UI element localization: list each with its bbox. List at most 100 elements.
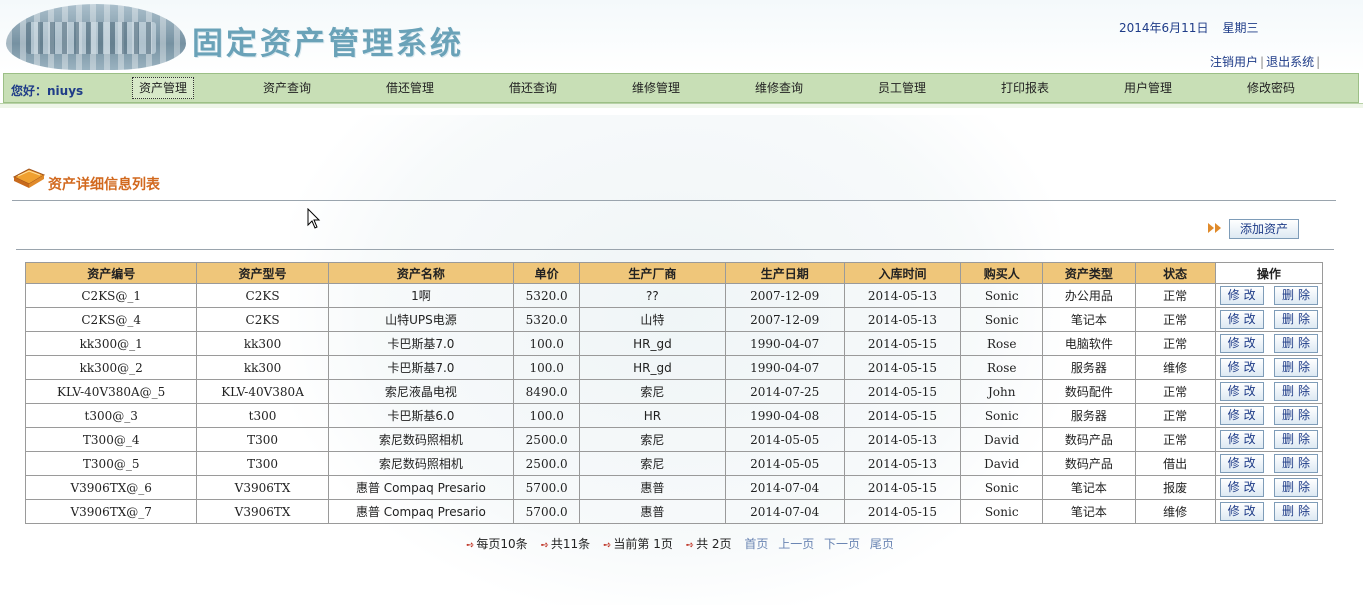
table-cell: 2014-05-15 [843, 355, 962, 380]
edit-button[interactable]: 修改 [1219, 310, 1264, 329]
table-cell: 1990-04-07 [724, 355, 845, 380]
nav-item-change-password[interactable]: 修改密码 [1241, 78, 1301, 98]
edit-button[interactable]: 修改 [1219, 406, 1264, 425]
prev-page-link[interactable]: 上一页 [778, 537, 814, 551]
edit-button[interactable]: 修改 [1219, 430, 1264, 449]
nav-item-asset-management[interactable]: 资产管理 [132, 77, 195, 99]
actions-cell: 修改 删除 [1214, 499, 1324, 524]
table-cell: ?? [579, 283, 726, 308]
nav-item-print-report[interactable]: 打印报表 [995, 78, 1055, 98]
delete-button[interactable]: 删除 [1274, 358, 1318, 377]
table-cell: 报废 [1134, 475, 1216, 500]
table-cell: 索尼 [579, 427, 726, 452]
edit-button[interactable]: 修改 [1219, 382, 1264, 401]
table-row: KLV-40V380A@_5 KLV-40V380A 索尼液晶电视 8490.0 索尼 2… [24, 379, 1324, 404]
table-cell: 数码配件 [1042, 379, 1136, 404]
column-header: 资产型号 [196, 262, 329, 284]
logout-user-link[interactable]: 注销用户 [1210, 55, 1258, 69]
edit-button[interactable]: 修改 [1219, 286, 1264, 305]
total-pages-text: 共 2页 [696, 537, 732, 551]
book-icon [12, 168, 46, 188]
actions-cell: 修改 删除 [1214, 331, 1324, 356]
mouse-pointer-icon [307, 208, 321, 229]
nav-item-employee-management[interactable]: 员工管理 [872, 78, 932, 98]
nav-item-repair-management[interactable]: 维修管理 [626, 78, 686, 98]
edit-button[interactable]: 修改 [1219, 478, 1264, 497]
column-header: 操作 [1214, 262, 1324, 284]
table-cell: 1啊 [327, 283, 515, 308]
delete-button[interactable]: 删除 [1274, 334, 1318, 353]
table-cell: Rose [960, 355, 1044, 380]
table-cell: V3906TX [196, 475, 329, 500]
table-cell: C2KS [196, 283, 329, 308]
table-cell: 2014-05-05 [724, 451, 845, 476]
table-cell: 笔记本 [1042, 475, 1136, 500]
column-header: 生产厂商 [579, 262, 726, 284]
app-header: 固定资产管理系统 2014年6月11日 星期三 注销用户 | 退出系统 | [0, 0, 1363, 72]
actions-cell: 修改 删除 [1214, 307, 1324, 332]
column-header: 单价 [513, 262, 581, 284]
table-cell: 2014-07-04 [724, 499, 845, 524]
table-cell: 服务器 [1042, 403, 1136, 428]
actions-cell: 修改 删除 [1214, 283, 1324, 308]
table-cell: David [960, 451, 1044, 476]
table-cell: T300@_4 [24, 427, 198, 452]
table-cell: 数码产品 [1042, 451, 1136, 476]
delete-button[interactable]: 删除 [1274, 382, 1318, 401]
actions-cell: 修改 删除 [1214, 403, 1324, 428]
table-cell: HR [579, 403, 726, 428]
per-page-text: 每页10条 [476, 537, 528, 551]
column-header: 生产日期 [724, 262, 845, 284]
last-page-link[interactable]: 尾页 [870, 537, 894, 551]
divider [12, 200, 1336, 201]
add-asset-button[interactable]: 添加资产 [1229, 219, 1299, 239]
table-cell: David [960, 427, 1044, 452]
nav-item-borrow-query[interactable]: 借还查询 [503, 78, 563, 98]
actions-cell: 修改 删除 [1214, 451, 1324, 476]
table-cell: 2014-05-15 [843, 403, 962, 428]
weekday-text: 星期三 [1222, 21, 1259, 35]
delete-button[interactable]: 删除 [1274, 310, 1318, 329]
table-row: C2KS@_1 C2KS 1啊 5320.0?? 2007-12-09 2014-05-1… [24, 283, 1324, 308]
table-cell: 2500.0 [513, 427, 581, 452]
column-header: 资产编号 [24, 262, 198, 284]
nav-item-asset-query[interactable]: 资产查询 [257, 78, 317, 98]
table-cell: 5700.0 [513, 475, 581, 500]
delete-button[interactable]: 删除 [1274, 454, 1318, 473]
table-cell: 正常 [1134, 427, 1216, 452]
table-cell: 2007-12-09 [724, 307, 845, 332]
table-cell: 正常 [1134, 307, 1216, 332]
date-display: 2014年6月11日 星期三 [1119, 19, 1258, 36]
edit-button[interactable]: 修改 [1219, 358, 1264, 377]
table-cell: 100.0 [513, 403, 581, 428]
table-cell: Sonic [960, 475, 1044, 500]
next-page-link[interactable]: 下一页 [824, 537, 860, 551]
table-row: T300@_4 T300 索尼数码照相机 2500.0 索尼 2014-05-05 2014… [24, 427, 1324, 452]
exit-system-link[interactable]: 退出系统 [1266, 55, 1314, 69]
table-cell: Sonic [960, 307, 1044, 332]
link-separator: | [1260, 55, 1265, 69]
delete-button[interactable]: 删除 [1274, 406, 1318, 425]
table-row: C2KS@_4 C2KS 山特UPS电源 5320.0 山特 2007-12-09 2014… [24, 307, 1324, 332]
asset-table: 资产编号 资产型号 资产名称 单价 生产厂商 生产日期 入库时间 购买人 资产类… [24, 262, 1324, 524]
arrow-icon: ➺ [603, 540, 612, 551]
edit-button[interactable]: 修改 [1219, 334, 1264, 353]
table-cell: 2014-05-13 [843, 283, 962, 308]
edit-button[interactable]: 修改 [1219, 454, 1264, 473]
delete-button[interactable]: 删除 [1274, 430, 1318, 449]
delete-button[interactable]: 删除 [1274, 502, 1318, 521]
delete-button[interactable]: 删除 [1274, 286, 1318, 305]
table-cell: 2007-12-09 [724, 283, 845, 308]
edit-button[interactable]: 修改 [1219, 502, 1264, 521]
table-cell: 惠普 Compaq Presario [327, 499, 515, 524]
delete-button[interactable]: 删除 [1274, 478, 1318, 497]
table-cell: 索尼 [579, 379, 726, 404]
nav-item-user-management[interactable]: 用户管理 [1118, 78, 1178, 98]
first-page-link[interactable]: 首页 [744, 537, 768, 551]
column-header: 状态 [1134, 262, 1216, 284]
table-cell: 正常 [1134, 283, 1216, 308]
divider [16, 249, 1334, 250]
nav-item-borrow-management[interactable]: 借还管理 [380, 78, 440, 98]
table-cell: 办公用品 [1042, 283, 1136, 308]
nav-item-repair-query[interactable]: 维修查询 [749, 78, 809, 98]
